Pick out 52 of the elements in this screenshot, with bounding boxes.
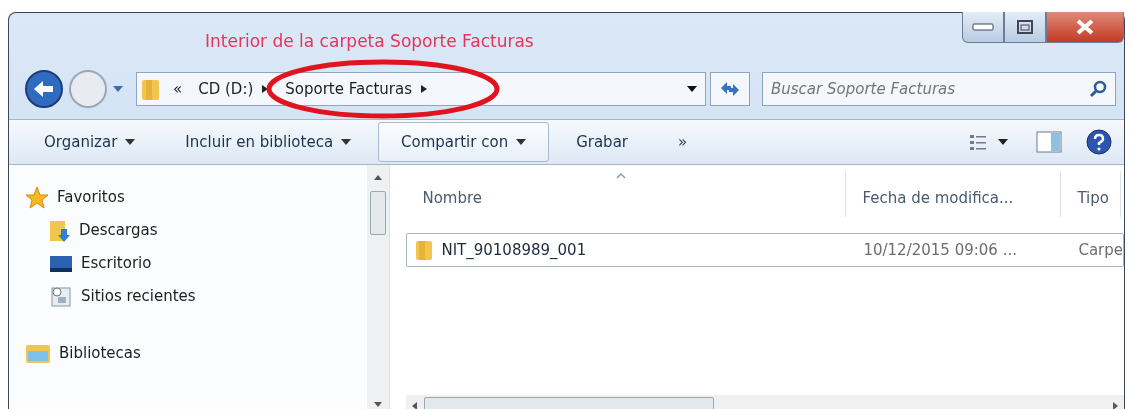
caret-icon [341, 139, 352, 145]
maximize-button[interactable] [1004, 12, 1046, 43]
toolbar-button[interactable]: Compartir con [378, 121, 550, 163]
sidebar-item[interactable]: Sitios recientes [25, 280, 368, 313]
search-icon [1089, 80, 1107, 98]
history-dropdown-icon[interactable] [112, 84, 124, 94]
sidebar-item[interactable]: Escritorio [25, 247, 368, 280]
column-header[interactable]: Nombre [406, 170, 847, 217]
sidebar-item[interactable]: Descargas [25, 214, 368, 247]
column-header[interactable]: Fecha de modifica... [846, 170, 1062, 217]
scroll-thumb[interactable] [370, 191, 387, 235]
recent-icon [49, 284, 73, 309]
breadcrumb-arrow-icon[interactable] [420, 84, 428, 94]
breadcrumb[interactable]: CD (D:) [198, 77, 254, 101]
caret-icon [125, 139, 136, 145]
toolbar-button[interactable]: Grabar [553, 121, 651, 163]
scroll-up-icon[interactable] [373, 173, 384, 183]
caret-icon [516, 139, 527, 145]
close-button[interactable] [1046, 12, 1124, 43]
breadcrumb-arrow-icon[interactable] [261, 84, 270, 94]
desktop-icon [49, 253, 73, 274]
close-icon [1075, 19, 1095, 35]
minimize-button[interactable] [962, 12, 1004, 43]
search-field[interactable]: Buscar Soporte Facturas [762, 72, 1116, 106]
maximize-icon [1017, 20, 1033, 34]
refresh-icon [719, 80, 741, 98]
back-button[interactable] [24, 69, 64, 109]
dropdown-icon[interactable] [687, 85, 697, 93]
folder-icon [415, 239, 434, 261]
folder-icon [141, 77, 161, 101]
file-row[interactable]: NIT_90108989_001 10/12/2015 09:06 ... Carpe [406, 233, 1124, 267]
file-name: NIT_90108989_001 [441, 239, 587, 261]
refresh-button[interactable] [710, 72, 750, 106]
vertical-scrollbar[interactable] [367, 165, 390, 409]
download-icon [49, 218, 71, 243]
file-type: Carpe [1077, 239, 1123, 261]
toolbar-button[interactable]: » [655, 121, 711, 163]
sidebar-item[interactable]: Favoritos [25, 181, 368, 214]
scroll-down-icon[interactable] [373, 399, 384, 409]
star-icon [25, 185, 49, 210]
overflow-chevron[interactable]: « [173, 77, 183, 101]
search-input[interactable]: Buscar Soporte Facturas [763, 76, 1089, 102]
address-bar[interactable]: « CD (D:) Soporte Facturas [136, 72, 706, 106]
file-date: 10/12/2015 09:06 ... [862, 239, 1018, 261]
column-header[interactable]: Tipo [1061, 170, 1122, 217]
toolbar-button[interactable]: Organizar [21, 121, 159, 163]
help-icon[interactable] [1086, 129, 1112, 155]
sidebar-item[interactable]: Bibliotecas [25, 337, 368, 370]
annotation-text: Interior de la carpeta Soporte Facturas [204, 30, 534, 53]
toolbar-button[interactable]: Incluir en biblioteca [162, 121, 375, 163]
minimize-icon [972, 23, 994, 31]
scroll-right-icon[interactable] [1110, 401, 1120, 409]
